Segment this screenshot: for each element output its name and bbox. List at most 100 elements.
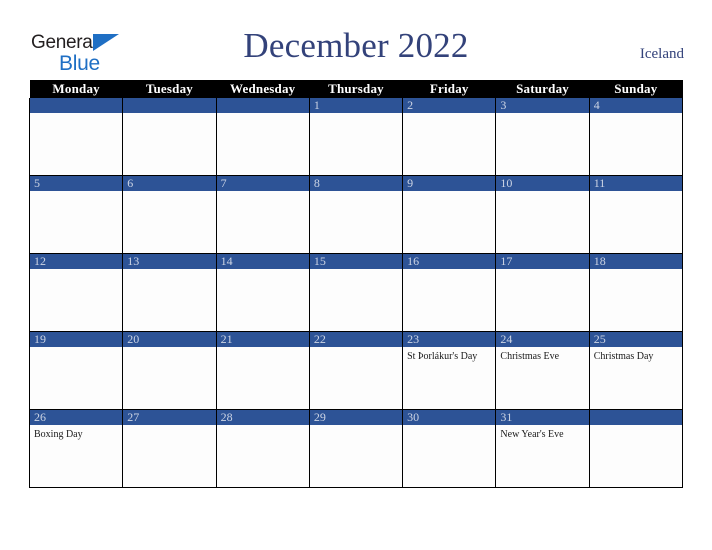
day-number: 18 <box>590 254 682 269</box>
calendar-empty-cell <box>122 98 217 176</box>
day-number: 9 <box>403 176 495 191</box>
day-cell-inner <box>30 98 122 175</box>
day-cell-inner: 3 <box>496 98 589 175</box>
day-cell-inner: 5 <box>30 176 122 253</box>
day-events <box>497 191 588 195</box>
day-events <box>404 425 495 429</box>
day-cell-inner: 2 <box>403 98 495 175</box>
weekday-header-tuesday: Tuesday <box>122 80 217 98</box>
calendar-day-cell[interactable]: 20 <box>122 331 217 410</box>
day-events <box>124 425 215 429</box>
day-number: 7 <box>217 176 309 191</box>
calendar-day-cell[interactable]: 22 <box>308 331 404 410</box>
day-events <box>124 347 215 351</box>
day-events: Boxing Day <box>31 425 122 441</box>
day-events <box>217 191 308 195</box>
day-events <box>590 269 681 273</box>
weekday-header-saturday: Saturday <box>495 80 590 98</box>
day-cell-inner: 9 <box>403 176 495 253</box>
weekday-header-monday: Monday <box>29 80 123 98</box>
day-cell-inner: 19 <box>30 332 122 409</box>
day-number: 26 <box>30 410 122 425</box>
day-events <box>310 425 401 429</box>
calendar-week-row: 5 6 7 8 9 10 11 <box>28 175 684 254</box>
day-cell-inner: 28 <box>217 410 309 487</box>
calendar-day-cell[interactable]: 23 St Þorlákur's Day <box>402 331 497 410</box>
day-events: New Year's Eve <box>497 425 588 441</box>
calendar-day-cell[interactable]: 16 <box>402 253 497 332</box>
day-cell-inner: 6 <box>123 176 216 253</box>
calendar-day-cell[interactable]: 2 <box>402 98 497 176</box>
calendar-day-cell[interactable]: 12 <box>28 253 124 332</box>
holiday-label: St Þorlákur's Day <box>407 351 478 362</box>
day-cell-inner: 21 <box>217 332 309 409</box>
calendar-day-cell[interactable]: 31 New Year's Eve <box>495 409 590 488</box>
calendar-day-cell[interactable]: 8 <box>308 175 404 254</box>
day-number: 22 <box>310 332 402 347</box>
day-cell-inner: 18 <box>590 254 682 331</box>
calendar-day-cell[interactable]: 13 <box>122 253 217 332</box>
day-number <box>123 98 216 113</box>
calendar-day-cell[interactable]: 17 <box>495 253 590 332</box>
day-cell-inner: 7 <box>217 176 309 253</box>
day-events <box>217 347 308 351</box>
calendar-day-cell[interactable]: 7 <box>215 175 310 254</box>
calendar-day-cell[interactable]: 30 <box>402 409 497 488</box>
day-cell-inner: 14 <box>217 254 309 331</box>
calendar-week-row: 26 Boxing Day 27 28 29 30 31 New Year's Eve <box>28 409 684 488</box>
day-events <box>124 269 215 273</box>
day-cell-inner: 25 Christmas Day <box>590 332 682 409</box>
calendar-day-cell[interactable]: 4 <box>588 98 684 176</box>
calendar-empty-cell <box>28 98 124 176</box>
day-cell-inner <box>590 410 682 487</box>
day-number: 4 <box>590 98 682 113</box>
day-number: 13 <box>123 254 216 269</box>
calendar-day-cell[interactable]: 14 <box>215 253 310 332</box>
calendar-day-cell[interactable]: 19 <box>28 331 124 410</box>
calendar-day-cell[interactable]: 11 <box>588 175 684 254</box>
calendar-week-row: 19 20 21 22 23 St Þorlákur's Day 24 Christmas E… <box>28 331 684 410</box>
day-cell-inner: 24 Christmas Eve <box>496 332 589 409</box>
day-number: 16 <box>403 254 495 269</box>
calendar-day-cell[interactable]: 1 <box>308 98 404 176</box>
calendar-day-cell[interactable]: 3 <box>495 98 590 176</box>
calendar-day-cell[interactable]: 6 <box>122 175 217 254</box>
day-number: 6 <box>123 176 216 191</box>
day-cell-inner: 8 <box>310 176 402 253</box>
day-number: 8 <box>310 176 402 191</box>
day-events <box>217 269 308 273</box>
calendar-empty-cell <box>588 409 684 488</box>
calendar-empty-cell <box>215 98 310 176</box>
calendar-day-cell[interactable]: 25 Christmas Day <box>588 331 684 410</box>
day-number: 20 <box>123 332 216 347</box>
calendar-day-cell[interactable]: 27 <box>122 409 217 488</box>
day-number: 5 <box>30 176 122 191</box>
calendar-day-cell[interactable]: 28 <box>215 409 310 488</box>
day-events <box>310 347 401 351</box>
day-events <box>310 269 401 273</box>
day-number: 29 <box>310 410 402 425</box>
day-number: 25 <box>590 332 682 347</box>
calendar-day-cell[interactable]: 21 <box>215 331 310 410</box>
day-number: 12 <box>30 254 122 269</box>
day-events <box>124 113 215 117</box>
calendar-day-cell[interactable]: 5 <box>28 175 124 254</box>
calendar-day-cell[interactable]: 10 <box>495 175 590 254</box>
day-events <box>497 113 588 117</box>
calendar-day-cell[interactable]: 24 Christmas Eve <box>495 331 590 410</box>
calendar-day-cell[interactable]: 18 <box>588 253 684 332</box>
calendar-day-cell[interactable]: 26 Boxing Day <box>28 409 124 488</box>
day-number: 23 <box>403 332 495 347</box>
day-cell-inner: 16 <box>403 254 495 331</box>
day-events <box>217 113 308 117</box>
day-number: 14 <box>217 254 309 269</box>
holiday-label: Boxing Day <box>34 429 83 440</box>
day-events <box>31 113 122 117</box>
weekday-header-sunday: Sunday <box>589 80 683 98</box>
calendar-day-cell[interactable]: 9 <box>402 175 497 254</box>
calendar-day-cell[interactable]: 29 <box>308 409 404 488</box>
day-cell-inner: 30 <box>403 410 495 487</box>
day-number: 17 <box>496 254 589 269</box>
day-number: 28 <box>217 410 309 425</box>
calendar-day-cell[interactable]: 15 <box>308 253 404 332</box>
